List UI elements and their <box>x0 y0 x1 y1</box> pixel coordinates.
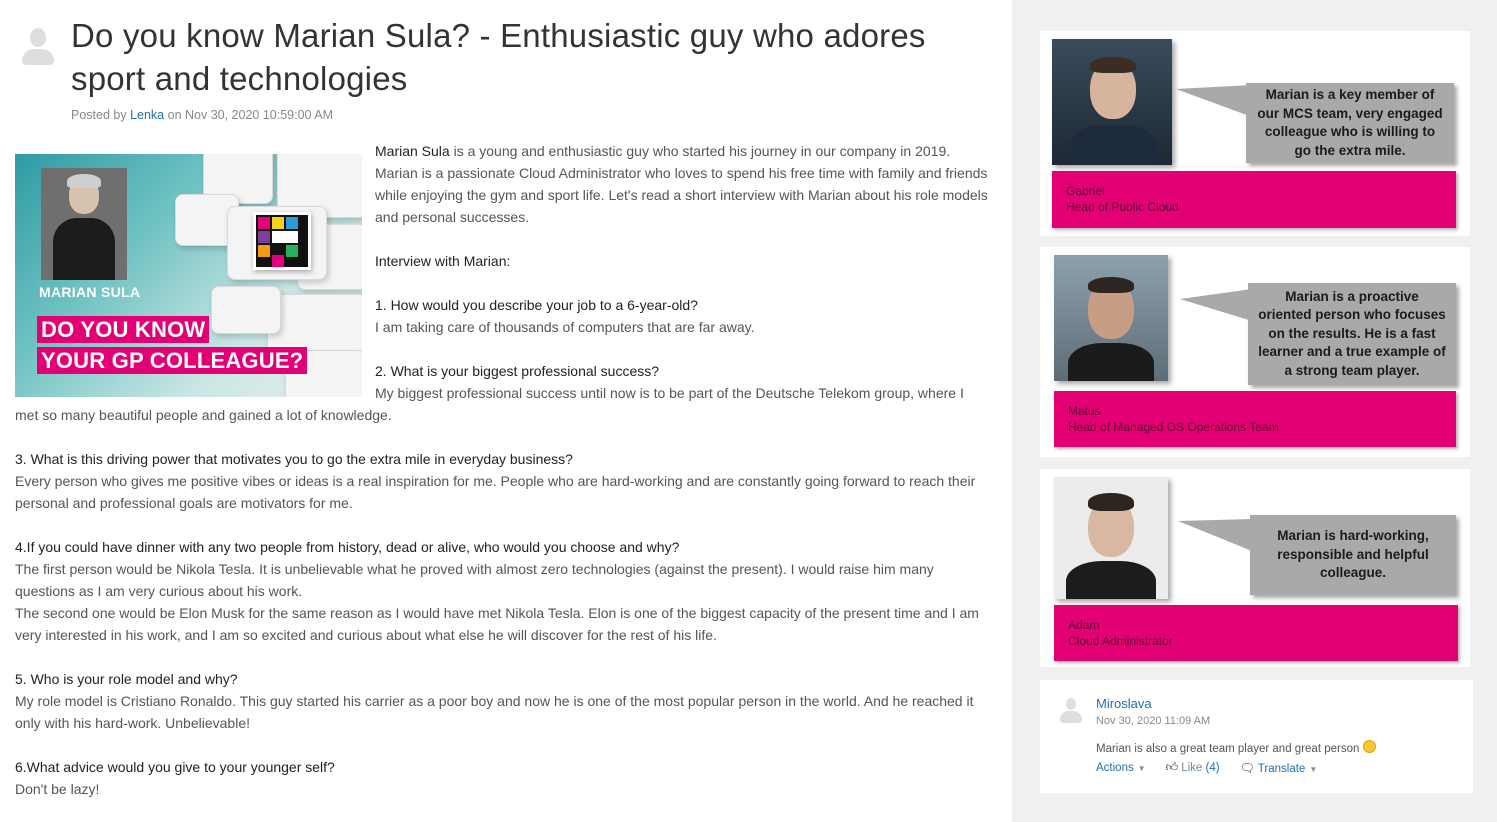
hero-image[interactable]: MARIAN SULA DO YOU KNOW YOUR GP COLLEAGU… <box>15 154 362 397</box>
like-label: Like <box>1181 762 1203 774</box>
speech-tail-gabriel <box>1176 85 1252 117</box>
testimonial-name-gabriel: Gabriel <box>1066 184 1105 198</box>
like-button[interactable]: 👍︎ Like (4) <box>1166 760 1220 775</box>
comment: Miroslava Nov 30, 2020 11:09 AM Marian i… <box>1040 680 1473 793</box>
answer-4a: The first person would be Nikola Tesla. … <box>15 561 934 599</box>
hero-slogan-line1: DO YOU KNOW <box>37 316 210 343</box>
translate-label: Translate <box>1257 762 1306 775</box>
testimonial-role-gabriel: Head of Public Cloud <box>1066 200 1179 214</box>
comment-actions: Actions ▼ 👍︎ Like (4) 🗨︎ Translate ▼ <box>1096 760 1317 775</box>
actions-label: Actions <box>1096 761 1134 774</box>
testimonial-quote-adam: Marian is hard-working, responsible and … <box>1250 515 1456 595</box>
answer-5: My role model is Cristiano Ronaldo. This… <box>15 693 974 731</box>
hero-name-label: MARIAN SULA <box>39 284 141 300</box>
testimonial-photo-gabriel <box>1052 39 1172 165</box>
comment-date: Nov 30, 2020 11:09 AM <box>1096 715 1211 727</box>
author-link[interactable]: Lenka <box>130 108 164 122</box>
testimonial-name-matus: Matus <box>1068 404 1101 418</box>
translate-menu[interactable]: 🗨︎ Translate ▼ <box>1240 761 1318 775</box>
commenter-avatar[interactable] <box>1060 698 1082 724</box>
intro-text: is a young and enthusiastic guy who star… <box>375 143 988 225</box>
intro-name: Marian Sula <box>375 143 450 159</box>
post-date: on Nov 30, 2020 10:59:00 AM <box>167 108 334 122</box>
actions-menu[interactable]: Actions ▼ <box>1096 762 1146 774</box>
smiley-icon <box>1363 740 1377 753</box>
hero-slogan-line2: YOUR GP COLLEAGUE? <box>37 347 308 374</box>
avatar-body <box>22 49 54 65</box>
answer-4b: The second one would be Elon Musk for th… <box>15 605 979 643</box>
testimonial-card-gabriel: Marian is a key member of our MCS team, … <box>1040 31 1470 236</box>
answer-6: Don't be lazy! <box>15 781 100 797</box>
chevron-down-icon: ▼ <box>1137 763 1146 773</box>
question-4: 4.If you could have dinner with any two … <box>15 539 680 555</box>
testimonial-quote-gabriel: Marian is a key member of our MCS team, … <box>1246 83 1454 163</box>
article-title: Do you know Marian Sula? - Enthusiastic … <box>71 17 926 97</box>
testimonial-quote-matus: Marian is a proactive oriented person wh… <box>1248 283 1456 385</box>
commenter-avatar-head <box>1066 698 1076 710</box>
testimonial-role-adam: Cloud Administrator <box>1068 634 1173 648</box>
post-meta: Posted by Lenka on Nov 30, 2020 10:59:00… <box>71 108 333 122</box>
translate-icon: 🗨︎ <box>1239 760 1255 775</box>
comment-text: Marian is also a great team player and g… <box>1096 740 1377 755</box>
article: Do you know Marian Sula? - Enthusiastic … <box>0 0 1012 822</box>
question-6: 6.What advice would you give to your you… <box>15 759 335 775</box>
testimonial-photo-matus <box>1054 255 1168 381</box>
comment-body: Marian is also a great team player and g… <box>1096 743 1360 755</box>
thumbs-up-icon: 👍︎ <box>1165 760 1179 774</box>
testimonial-card-adam: Marian is hard-working, responsible and … <box>1040 469 1470 667</box>
hero-portrait <box>41 168 127 280</box>
testimonial-namebar-adam: Adam Cloud Administrator <box>1054 605 1458 661</box>
testimonial-name-adam: Adam <box>1068 618 1100 632</box>
testimonial-photo-adam <box>1054 477 1168 599</box>
posted-by-label: Posted by <box>71 108 127 122</box>
like-count: (4) <box>1205 762 1220 774</box>
power-to-grow-badge <box>253 212 311 270</box>
author-avatar[interactable] <box>22 28 54 66</box>
commenter-avatar-body <box>1060 711 1082 723</box>
testimonial-card-matus: Marian is a proactive oriented person wh… <box>1040 247 1470 457</box>
testimonial-namebar-matus: Matus Head of Managed OS Operations Team <box>1054 391 1456 447</box>
avatar-head <box>30 28 46 47</box>
question-5: 5. Who is your role model and why? <box>15 671 238 687</box>
testimonial-namebar-gabriel: Gabriel Head of Public Cloud <box>1052 171 1456 228</box>
chevron-down-icon: ▼ <box>1309 764 1318 774</box>
testimonial-role-matus: Head of Managed OS Operations Team <box>1068 420 1279 434</box>
question-3: 3. What is this driving power that motiv… <box>15 451 573 467</box>
commenter-name[interactable]: Miroslava <box>1096 696 1152 711</box>
answer-3: Every person who gives me positive vibes… <box>15 473 976 511</box>
speech-tail-matus <box>1180 289 1252 321</box>
speech-tail-adam <box>1178 519 1252 551</box>
